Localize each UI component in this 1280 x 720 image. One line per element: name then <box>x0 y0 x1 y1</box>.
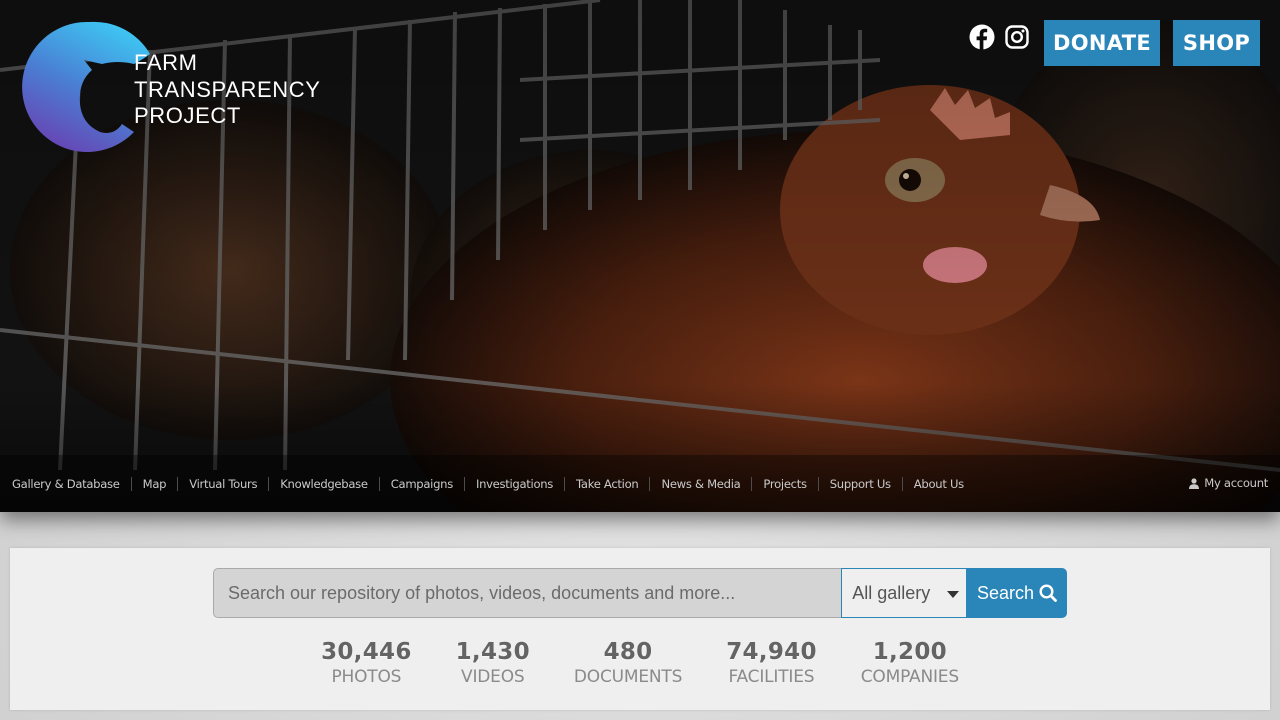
stat-photos-value: 30,446 <box>321 639 412 665</box>
search-button[interactable]: Search <box>967 568 1067 618</box>
my-account-link[interactable]: My account <box>1189 476 1268 490</box>
search-bar: All gallery Search <box>213 568 1067 618</box>
search-button-label: Search <box>977 582 1035 603</box>
site-logo[interactable]: FARM TRANSPARENCY PROJECT <box>22 20 322 156</box>
nav-item-gallery-database[interactable]: Gallery & Database <box>12 477 120 491</box>
nav-divider <box>817 477 819 491</box>
nav-item-about-us[interactable]: About Us <box>914 477 964 491</box>
stat-companies-label: COMPANIES <box>860 667 959 687</box>
stat-photos[interactable]: 30,446 PHOTOS <box>321 638 412 688</box>
instagram-icon[interactable] <box>1004 24 1030 50</box>
search-input[interactable] <box>213 568 842 618</box>
nav-item-virtual-tours[interactable]: Virtual Tours <box>189 477 257 491</box>
hero-banner: FARM TRANSPARENCY PROJECT DONATE SHOP Ga… <box>0 0 1280 512</box>
search-icon <box>1039 584 1057 602</box>
stat-documents-label: DOCUMENTS <box>573 667 683 687</box>
my-account-label: My account <box>1204 476 1268 490</box>
stat-documents-value: 480 <box>603 639 653 665</box>
facebook-icon[interactable] <box>969 24 995 50</box>
nav-item-projects[interactable]: Projects <box>763 477 807 491</box>
logo-line-1: FARM <box>134 50 198 75</box>
stat-companies-value: 1,200 <box>872 639 947 665</box>
stat-facilities[interactable]: 74,940 FACILITIES <box>726 638 817 688</box>
gallery-scope-value: All gallery <box>852 582 931 603</box>
gallery-scope-select[interactable]: All gallery <box>841 568 968 618</box>
caret-down-icon <box>947 591 960 598</box>
user-icon <box>1189 477 1200 489</box>
nav-item-news-media[interactable]: News & Media <box>661 477 740 491</box>
stats-row: 30,446 PHOTOS 1,430 VIDEOS 480 DOCUMENTS… <box>10 638 1270 688</box>
nav-divider <box>378 477 380 491</box>
nav-divider <box>268 477 270 491</box>
social-links <box>969 24 1030 50</box>
stat-videos[interactable]: 1,430 VIDEOS <box>456 638 530 688</box>
nav-item-campaigns[interactable]: Campaigns <box>391 477 454 491</box>
nav-item-support-us[interactable]: Support Us <box>830 477 891 491</box>
nav-item-knowledgebase[interactable]: Knowledgebase <box>280 477 368 491</box>
logo-line-2: TRANSPARENCY <box>134 76 321 102</box>
nav-divider <box>130 477 132 491</box>
nav-divider <box>177 477 179 491</box>
nav-item-map[interactable]: Map <box>143 477 167 491</box>
stat-facilities-label: FACILITIES <box>728 667 815 687</box>
nav-item-take-action[interactable]: Take Action <box>576 477 639 491</box>
stat-videos-value: 1,430 <box>455 639 530 665</box>
stat-videos-label: VIDEOS <box>461 667 525 687</box>
nav-divider <box>901 477 903 491</box>
main-nav: Gallery & Database Map Virtual Tours Kno… <box>0 470 1280 498</box>
nav-divider <box>751 477 753 491</box>
logo-line-3: PROJECT <box>134 103 241 128</box>
logo-wordmark: FARM TRANSPARENCY PROJECT <box>134 50 321 130</box>
nav-divider <box>649 477 651 491</box>
stat-documents[interactable]: 480 DOCUMENTS <box>574 638 682 688</box>
search-panel: All gallery Search 30,446 PHOTOS 1,430 V… <box>10 548 1270 710</box>
stat-companies[interactable]: 1,200 COMPANIES <box>861 638 959 688</box>
donate-button[interactable]: DONATE <box>1044 20 1160 66</box>
shop-button[interactable]: SHOP <box>1173 20 1260 66</box>
stat-facilities-value: 74,940 <box>726 639 817 665</box>
stat-photos-label: PHOTOS <box>331 667 402 687</box>
nav-item-investigations[interactable]: Investigations <box>476 477 553 491</box>
nav-divider <box>564 477 566 491</box>
nav-divider <box>463 477 465 491</box>
